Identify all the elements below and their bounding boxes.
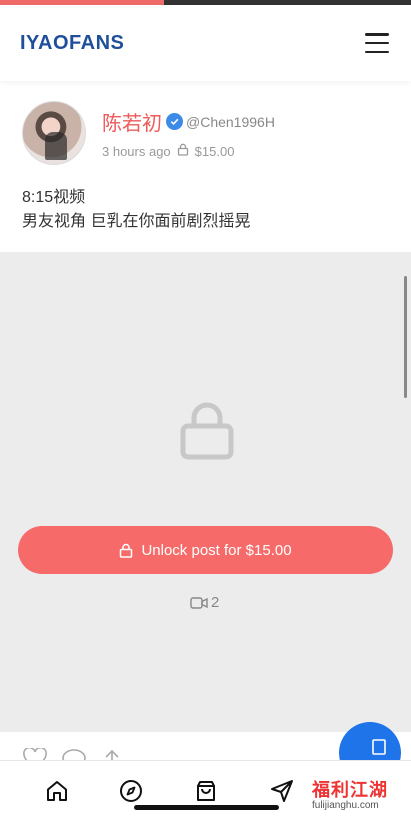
watermark-url: fulijianghu.com bbox=[312, 800, 379, 811]
post-time: 3 hours ago bbox=[102, 143, 171, 159]
explore-compass-icon[interactable] bbox=[119, 779, 143, 803]
send-message-icon[interactable] bbox=[270, 779, 294, 803]
author-handle[interactable]: @Chen1996H bbox=[186, 114, 275, 130]
post-text-line-1: 8:15视频 bbox=[22, 189, 86, 206]
avatar[interactable] bbox=[22, 101, 86, 165]
scrollbar[interactable] bbox=[404, 276, 407, 398]
home-icon[interactable] bbox=[45, 779, 69, 803]
large-lock-icon bbox=[180, 400, 234, 465]
post-text: 8:15视频 男友视角 巨乳在你面前剧烈摇晃 bbox=[22, 186, 250, 234]
watermark: 福利江湖 fulijianghu.com bbox=[312, 776, 404, 811]
author-info: 陈若初 @Chen1996H 3 hours ago $15.00 bbox=[102, 107, 275, 159]
verified-badge-icon bbox=[166, 113, 183, 130]
video-camera-icon bbox=[190, 596, 208, 609]
watermark-title: 福利江湖 bbox=[312, 780, 388, 800]
video-count-value: 2 bbox=[211, 594, 220, 611]
locked-media-area bbox=[0, 252, 411, 732]
unlock-button-label: Unlock post for $15.00 bbox=[141, 541, 292, 559]
unlock-post-button[interactable]: Unlock post for $15.00 bbox=[18, 526, 393, 574]
shopping-bag-icon[interactable] bbox=[194, 779, 218, 803]
post-text-line-2: 男友视角 巨乳在你面前剧烈摇晃 bbox=[22, 213, 251, 230]
post-header: 陈若初 @Chen1996H 3 hours ago $15.00 bbox=[22, 100, 392, 166]
home-indicator[interactable] bbox=[134, 805, 279, 810]
lock-icon bbox=[177, 143, 189, 159]
app-header: IYAOFANS bbox=[0, 5, 411, 81]
author-name[interactable]: 陈若初 bbox=[102, 107, 162, 136]
lock-icon bbox=[120, 543, 133, 558]
video-count: 2 bbox=[190, 594, 219, 611]
app-logo[interactable]: IYAOFANS bbox=[20, 32, 124, 55]
post-price: $15.00 bbox=[194, 143, 235, 159]
hamburger-menu-icon[interactable] bbox=[365, 33, 389, 53]
